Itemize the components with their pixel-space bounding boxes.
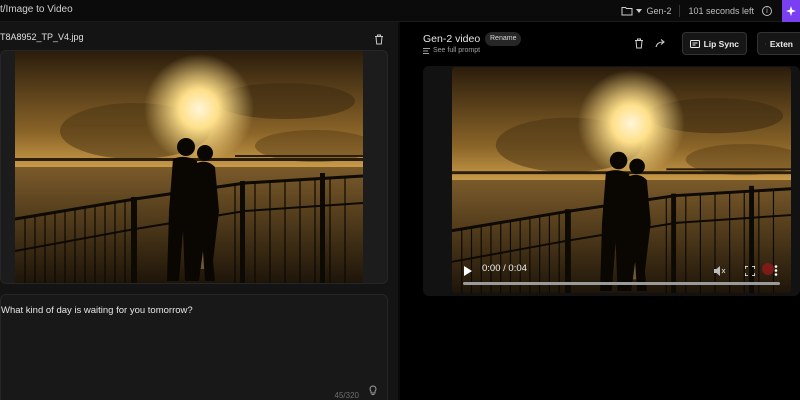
chevron-down-icon	[636, 9, 643, 13]
source-image-frame	[0, 50, 388, 284]
top-bar-right: Gen-2 101 seconds left i	[617, 0, 800, 22]
model-label[interactable]: Gen-2	[646, 6, 671, 16]
breadcrumb[interactable]: t/Image to Video	[0, 4, 73, 15]
video-card: 0:00 / 0:04	[423, 66, 800, 296]
info-icon[interactable]: i	[762, 6, 772, 16]
play-button[interactable]	[464, 263, 472, 281]
video-progress-bar[interactable]	[463, 282, 780, 285]
prompt-textarea[interactable]: What kind of day is waiting for you tomo…	[0, 294, 388, 400]
video-controls: 0:00 / 0:04	[452, 257, 791, 293]
video-title: Gen-2 video	[423, 33, 481, 45]
trash-icon	[634, 38, 643, 49]
volume-button[interactable]	[714, 263, 726, 281]
folder-icon	[621, 7, 633, 16]
lip-sync-icon	[689, 39, 700, 48]
video-time: 0:00 / 0:04	[482, 263, 527, 274]
record-indicator	[762, 263, 774, 275]
lip-sync-label: Lip Sync	[703, 38, 739, 49]
more-icon	[774, 265, 778, 276]
see-full-prompt-link[interactable]: See full prompt	[423, 47, 480, 54]
trash-icon	[375, 34, 383, 45]
char-count: 45/320	[334, 391, 359, 400]
extend-icon	[765, 43, 766, 44]
top-bar: t/Image to Video Gen-2 101 seconds left …	[0, 0, 800, 22]
file-row: T8A8952_TP_V4.jpg	[0, 30, 390, 46]
share-icon	[655, 39, 665, 48]
left-panel: T8A8952_TP_V4.jpg What kind of day is wa…	[0, 22, 398, 400]
video-actions: Lip Sync Exten	[630, 32, 800, 55]
source-image	[15, 51, 363, 283]
magic-button[interactable]	[782, 0, 800, 22]
rename-button[interactable]: Rename	[485, 32, 522, 46]
magic-icon	[786, 6, 796, 16]
play-icon	[464, 266, 472, 276]
fullscreen-icon	[744, 265, 756, 277]
see-full-prompt-label: See full prompt	[433, 47, 481, 54]
delete-video-button[interactable]	[630, 35, 648, 53]
more-options-button[interactable]	[774, 263, 778, 281]
divider	[679, 5, 681, 17]
right-panel: Gen-2 video Rename See full prompt Lip S…	[400, 22, 800, 400]
lip-sync-button[interactable]: Lip Sync	[681, 32, 747, 55]
seconds-left: 101 seconds left	[688, 6, 754, 16]
extend-button[interactable]: Exten	[757, 32, 800, 55]
volume-icon	[714, 266, 726, 276]
menu-lines-icon	[423, 47, 430, 54]
prompt-text[interactable]: What kind of day is waiting for you tomo…	[1, 305, 193, 316]
share-button[interactable]	[652, 35, 670, 53]
folder-button[interactable]	[617, 0, 646, 22]
lightbulb-icon[interactable]	[369, 383, 377, 400]
fullscreen-button[interactable]	[744, 263, 756, 281]
file-name: T8A8952_TP_V4.jpg	[0, 32, 84, 42]
extend-label: Exten	[769, 38, 793, 49]
video-player[interactable]: 0:00 / 0:04	[452, 67, 791, 293]
delete-image-button[interactable]	[374, 32, 384, 50]
